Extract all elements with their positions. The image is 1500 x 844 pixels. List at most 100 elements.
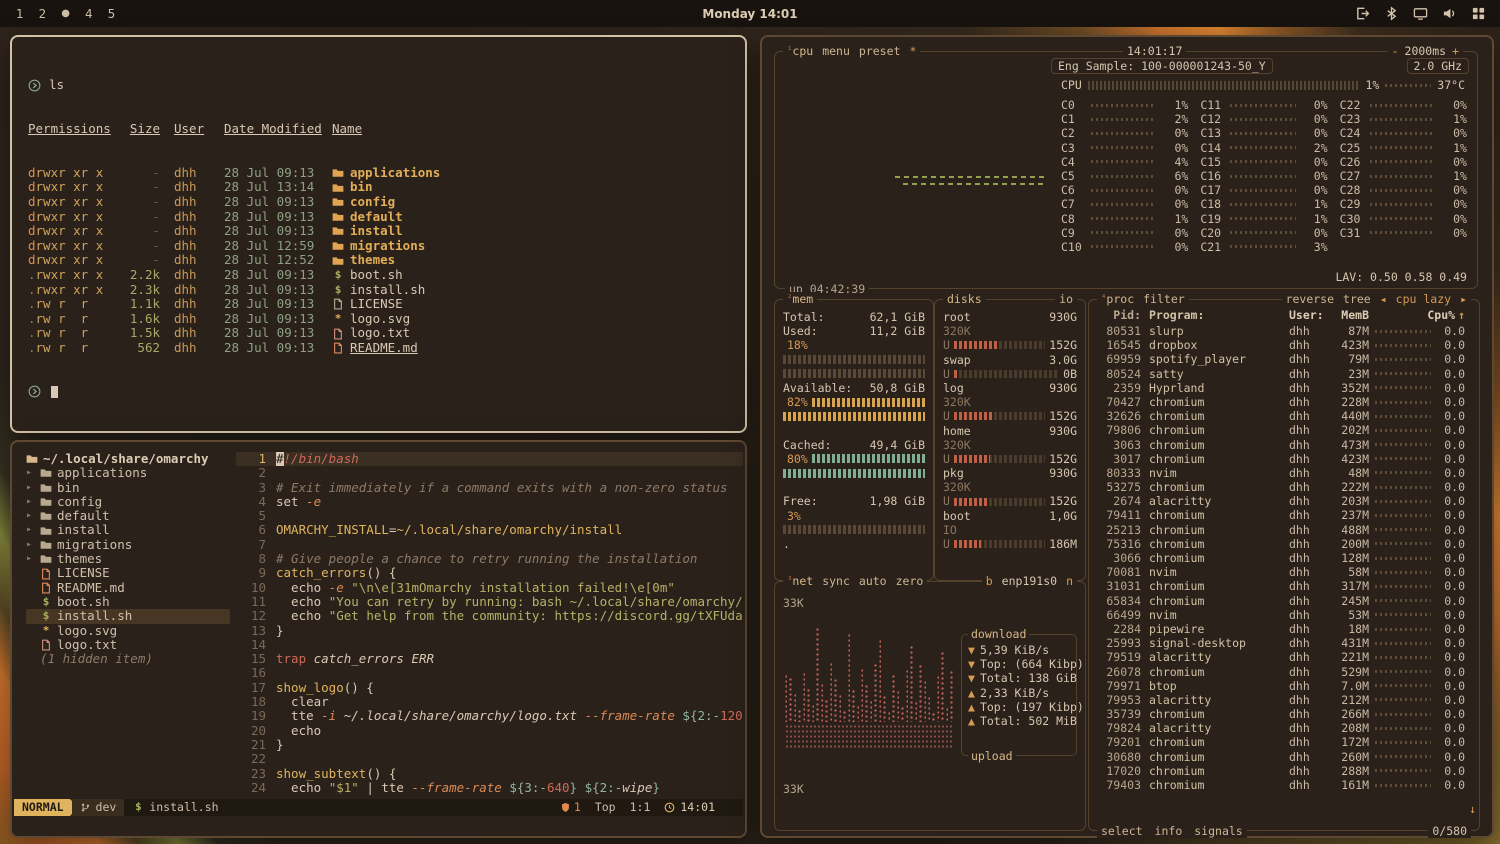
proc-col-user[interactable]: User: xyxy=(1289,308,1325,322)
process-row[interactable]: 80524sattydhh23M0.0 xyxy=(1097,367,1465,381)
process-row[interactable]: 65834chromiumdhh245M0.0 xyxy=(1097,594,1465,608)
process-row[interactable]: 79519alacrittydhh221M0.0 xyxy=(1097,650,1465,664)
code-text: } xyxy=(276,738,284,752)
process-row[interactable]: 53275chromiumdhh222M0.0 xyxy=(1097,480,1465,494)
process-row[interactable]: 80531slurpdhh87M0.0 xyxy=(1097,324,1465,338)
code-segment: tte xyxy=(276,708,321,723)
process-row[interactable]: 32626chromiumdhh440M0.0 xyxy=(1097,409,1465,423)
preset-button[interactable]: preset xyxy=(859,44,901,58)
interval-minus-button[interactable]: - xyxy=(1392,44,1399,58)
proc-user: dhh xyxy=(1289,395,1325,409)
proc-pid: 69959 xyxy=(1097,352,1141,366)
signals-button[interactable]: signals xyxy=(1194,824,1242,838)
disks-box: disks io root930G320KU152Gswap3.0GU0Blog… xyxy=(934,299,1086,581)
sort-next-button[interactable]: ▸ xyxy=(1460,292,1467,306)
interval-plus-button[interactable]: + xyxy=(1452,44,1459,58)
process-row[interactable]: 70081nvimdhh58M0.0 xyxy=(1097,565,1465,579)
apps-grid-icon[interactable] xyxy=(1471,6,1486,21)
btop-window[interactable]: ¹cpu menu preset * 14:01:17 - 2000ms + E… xyxy=(760,35,1494,838)
menu-button[interactable]: menu xyxy=(822,44,850,58)
tree-toggle[interactable]: tree xyxy=(1343,292,1371,306)
reverse-toggle[interactable]: reverse xyxy=(1286,292,1334,306)
proc-col-mem[interactable]: MemB xyxy=(1325,308,1369,322)
sort-prev-button[interactable]: ◂ xyxy=(1380,292,1387,306)
process-row[interactable]: 3063chromiumdhh473M0.0 xyxy=(1097,438,1465,452)
process-row[interactable]: 3066chromiumdhh128M0.0 xyxy=(1097,551,1465,565)
tree-item-themes[interactable]: ▸themes xyxy=(26,552,250,566)
filter-button[interactable]: filter xyxy=(1143,292,1185,306)
file-name: README.md xyxy=(350,341,418,356)
code-segment: } xyxy=(276,737,284,752)
disk-free: 186M xyxy=(1049,537,1077,551)
bluetooth-icon[interactable] xyxy=(1384,6,1399,21)
proc-col-pid[interactable]: Pid: xyxy=(1097,308,1141,322)
display-icon[interactable] xyxy=(1413,6,1428,21)
process-row[interactable]: 66499nvimdhh53M0.0 xyxy=(1097,608,1465,622)
iface-prev-button[interactable]: b xyxy=(986,574,993,588)
process-row[interactable]: 75316chromiumdhh200M0.0 xyxy=(1097,537,1465,551)
tree-item-install.sh[interactable]: $install.sh xyxy=(26,609,230,623)
proc-mem: 245M xyxy=(1325,594,1369,608)
tree-item-applications[interactable]: ▸applications xyxy=(26,466,250,480)
tree-item-install[interactable]: ▸install xyxy=(26,523,250,537)
process-row[interactable]: 3017chromiumdhh423M0.0 xyxy=(1097,452,1465,466)
tree-item-migrations[interactable]: ▸migrations xyxy=(26,538,250,552)
proc-pid: 79403 xyxy=(1097,778,1141,792)
proc-cpu-graph xyxy=(1375,358,1431,361)
tree-item-default[interactable]: ▸default xyxy=(26,509,250,523)
process-row[interactable]: 35739chromiumdhh266M0.0 xyxy=(1097,707,1465,721)
terminal-window-ls[interactable]: ls Permissions Size User Date Modified N… xyxy=(10,35,747,433)
proc-user: dhh xyxy=(1289,622,1325,636)
process-row[interactable]: 31031chromiumdhh317M0.0 xyxy=(1097,579,1465,593)
process-row[interactable]: 79824alacrittydhh208M0.0 xyxy=(1097,721,1465,735)
process-row[interactable]: 2359Hyprlanddhh352M0.0 xyxy=(1097,381,1465,395)
volume-icon[interactable] xyxy=(1442,6,1457,21)
sync-toggle[interactable]: sync xyxy=(822,574,850,588)
process-row[interactable]: 2284pipewiredhh18M0.0 xyxy=(1097,622,1465,636)
proc-col-program[interactable]: Program: xyxy=(1149,308,1289,322)
nvim-window[interactable]: ~/.local/share/omarchy▸applications▸bin▸… xyxy=(10,440,747,838)
tree-item--1-hidden-item-[interactable]: (1 hidden item) xyxy=(26,652,250,666)
prompt-line-empty[interactable] xyxy=(28,385,745,400)
process-row[interactable]: 79971btopdhh7.0M0.0 xyxy=(1097,679,1465,693)
process-row[interactable]: 80333nvimdhh48M0.0 xyxy=(1097,466,1465,480)
process-row[interactable]: 17020chromiumdhh288M0.0 xyxy=(1097,764,1465,778)
logout-icon[interactable] xyxy=(1355,6,1370,21)
process-row[interactable]: 25993signal-desktopdhh431M0.0 xyxy=(1097,636,1465,650)
editor-pane[interactable]: 1#!/bin/bash23# Exit immediately if a co… xyxy=(236,452,743,796)
zero-toggle[interactable]: zero xyxy=(896,574,924,588)
info-button[interactable]: info xyxy=(1155,824,1183,838)
tree-item-bin[interactable]: ▸bin xyxy=(26,481,250,495)
scroll-down-icon[interactable]: ↓ xyxy=(1469,802,1476,816)
process-row[interactable]: 79953alacrittydhh212M0.0 xyxy=(1097,693,1465,707)
tree-item-logo.txt[interactable]: logo.txt xyxy=(26,638,250,652)
name-cell: README.md xyxy=(332,341,418,356)
process-row[interactable]: 79403chromiumdhh161M0.0 xyxy=(1097,778,1465,792)
process-row[interactable]: 25213chromiumdhh488M0.0 xyxy=(1097,523,1465,537)
io-toggle[interactable]: io xyxy=(1055,292,1077,306)
proc-box-title: ⁴proc filter xyxy=(1097,292,1189,306)
proc-mem: 212M xyxy=(1325,693,1369,707)
process-row[interactable]: 79411chromiumdhh237M0.0 xyxy=(1097,508,1465,522)
tree-item-readme.md[interactable]: README.md xyxy=(26,581,250,595)
process-row[interactable]: 16545dropboxdhh423M0.0 xyxy=(1097,338,1465,352)
process-row[interactable]: 26078chromiumdhh529M0.0 xyxy=(1097,665,1465,679)
process-row[interactable]: 70427chromiumdhh228M0.0 xyxy=(1097,395,1465,409)
tree-item-config[interactable]: ▸config xyxy=(26,495,250,509)
proc-program: chromium xyxy=(1149,665,1289,679)
process-row[interactable]: 2674alacrittydhh203M0.0 xyxy=(1097,494,1465,508)
mem-row xyxy=(783,424,925,438)
tree-item-license[interactable]: LICENSE xyxy=(26,566,250,580)
tree-item-boot.sh[interactable]: $boot.sh xyxy=(26,595,250,609)
code-segment: ${2:- xyxy=(682,708,720,723)
process-row[interactable]: 30680chromiumdhh260M0.0 xyxy=(1097,750,1465,764)
auto-toggle[interactable]: auto xyxy=(859,574,887,588)
iface-next-button[interactable]: n xyxy=(1066,574,1073,588)
tree-root[interactable]: ~/.local/share/omarchy xyxy=(26,452,250,466)
process-row[interactable]: 69959spotify_playerdhh79M0.0 xyxy=(1097,352,1465,366)
process-row[interactable]: 79806chromiumdhh202M0.0 xyxy=(1097,423,1465,437)
proc-col-cpu[interactable]: Cpu% xyxy=(1427,308,1455,322)
process-row[interactable]: 79201chromiumdhh172M0.0 xyxy=(1097,735,1465,749)
tree-item-logo.svg[interactable]: *logo.svg xyxy=(26,624,250,638)
select-button[interactable]: select xyxy=(1101,824,1143,838)
